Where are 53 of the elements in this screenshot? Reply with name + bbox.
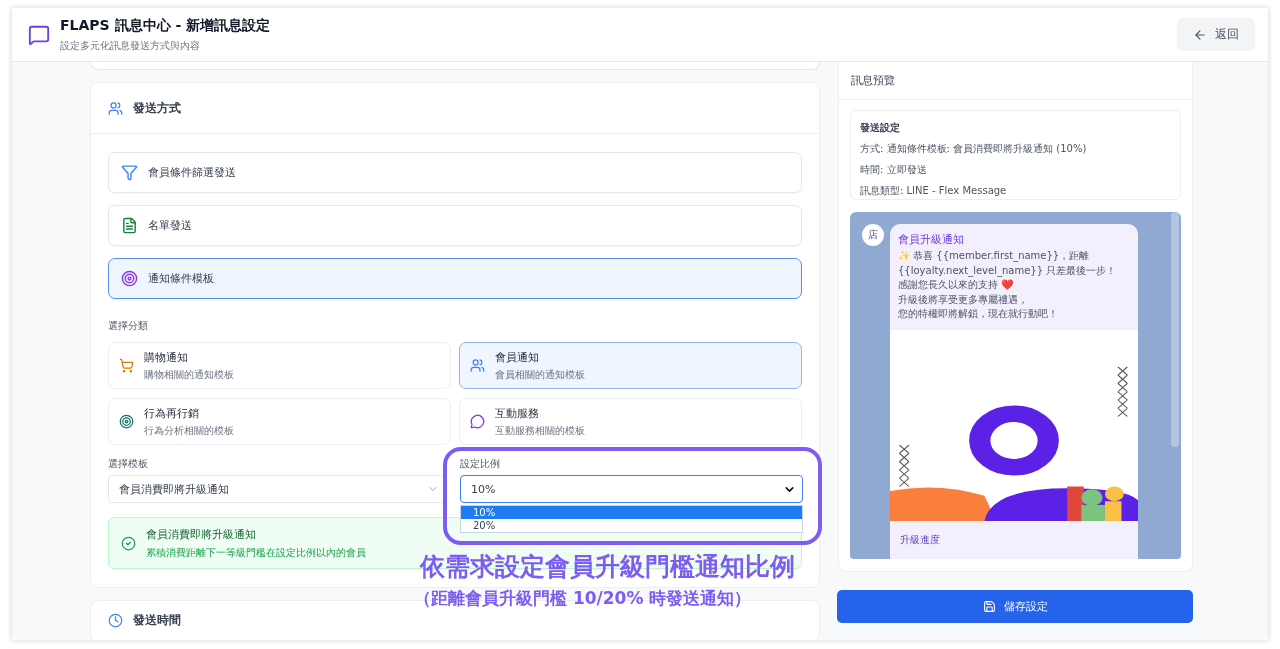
message-title: 會員升級通知 [897,232,965,248]
cart-icon [119,358,134,373]
target-icon [121,270,138,287]
page-title: FLAPS 訊息中心 - 新增訊息設定 [60,16,272,35]
category-description: 購物相關的通知模板 [144,367,234,382]
ratio-select[interactable]: 10% [460,475,803,503]
category-description: 會員相關的通知模板 [495,367,585,382]
category-description: 行為分析相關的模板 [144,423,234,438]
card-title: 發送方式 [133,99,181,117]
users-icon [108,100,123,116]
filter-icon [121,164,138,181]
settings-line: 訊息類型: LINE - Flex Message [860,184,1008,198]
field-label: 選擇模板 [108,457,149,469]
category-title: 會員通知 [495,349,540,365]
document-icon [121,217,138,234]
clock-icon [108,613,123,628]
save-icon [982,600,996,613]
annotation-note: （距離會員升級門檻 10/20% 時發送通知） [414,587,752,610]
field-label: 設定比例 [460,457,501,469]
send-method-option[interactable]: 會員條件篩選發送 [108,152,802,193]
send-method-option[interactable]: 名單發送 [108,205,802,246]
category-title: 購物通知 [144,349,189,365]
target-icon [119,414,134,429]
category-option[interactable]: 互動服務 互動服務相關的模板 [459,398,802,445]
category-option[interactable]: 會員通知 會員相關的通知模板 [459,342,802,389]
template-select[interactable]: 會員消費即將升級通知 [108,475,446,503]
field-label: 選擇分類 [108,319,149,333]
category-title: 互動服務 [495,405,540,421]
selected-template-title: 會員消費即將升級通知 [146,526,257,542]
card-title: 訊息預覽 [851,73,895,88]
check-circle-icon [121,535,136,551]
annotation-headline: 依需求設定會員升級門檻通知比例 [420,551,795,583]
settings-line: 時間: 立即發送 [860,163,928,177]
card-title: 發送時間 [133,612,181,629]
settings-title: 發送設定 [860,121,901,135]
send-method-option[interactable]: 通知條件模板 [108,258,802,299]
scrollbar[interactable] [1171,212,1179,447]
selected-template-description: 累積消費距離下一等級門檻在設定比例以內的會員 [146,545,367,560]
avatar: 店 [862,224,884,246]
category-description: 互動服務相關的模板 [495,423,585,438]
chat-icon [470,414,485,429]
message-icon [28,23,50,46]
save-button[interactable]: 儲存設定 [837,590,1193,623]
settings-line: 方式: 通知條件模板: 會員消費即將升級通知 (10%) [860,142,1088,156]
category-option[interactable]: 行為再行銷 行為分析相關的模板 [108,398,451,445]
progress-title: 升級進度 [899,533,941,547]
dropdown-option[interactable]: 10% [461,506,802,519]
page-subtitle: 設定多元化訊息發送方式與內容 [60,38,201,53]
category-option[interactable]: 購物通知 購物相關的通知模板 [108,342,451,389]
category-title: 行為再行銷 [144,405,200,421]
back-button[interactable]: 返回 [1177,18,1255,51]
message-text: ✨ 恭喜 {{member.first_name}}，距離 {{loyalty.next_level_name}} 只差最後一步！ 感謝您長久以來的支持 ❤ 升級後將享受更多專屬禮遇， 您的特權即將解鎖，現在就行動吧！ [897,249,1118,321]
users-icon [470,358,485,373]
